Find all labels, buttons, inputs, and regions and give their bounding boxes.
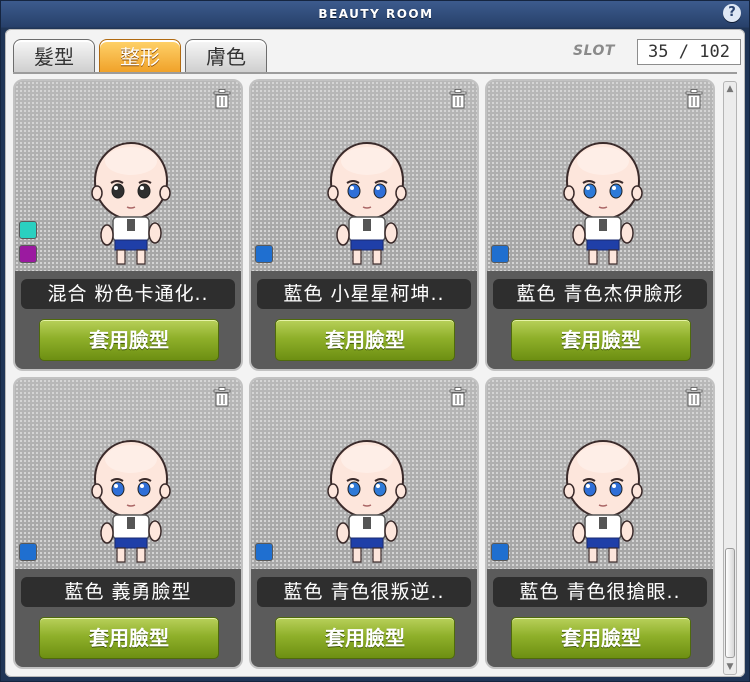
color-swatch [19, 221, 37, 239]
tab-face[interactable]: 整形 [99, 39, 181, 72]
face-name-label: 藍色 義勇臉型 [21, 577, 235, 607]
tab-skin[interactable]: 膚色 [185, 39, 267, 72]
trash-icon[interactable] [213, 89, 231, 109]
face-card[interactable]: 藍色 義勇臉型套用臉型 [13, 377, 243, 669]
face-name-label: 藍色 青色杰伊臉形 [493, 279, 707, 309]
scroll-thumb[interactable] [725, 548, 735, 658]
trash-icon[interactable] [213, 387, 231, 407]
face-name-label: 藍色 小星星柯坤.. [257, 279, 471, 309]
apply-face-button[interactable]: 套用臉型 [39, 319, 219, 361]
color-swatch [255, 245, 273, 263]
face-name-label: 混合 粉色卡通化.. [21, 279, 235, 309]
tab-hair[interactable]: 髮型 [13, 39, 95, 72]
face-card[interactable]: 藍色 小星星柯坤.. 套用臉型 [249, 79, 479, 371]
character-avatar [87, 437, 175, 567]
face-card[interactable]: 藍色 青色很叛逆.. 套用臉型 [249, 377, 479, 669]
card-footer: 藍色 義勇臉型套用臉型 [15, 569, 241, 667]
face-grid: 混合 粉色卡通化.. 套用臉型 藍色 小星星柯坤.. 套用臉型 藍色 青色杰伊臉形套… [13, 79, 719, 673]
face-card[interactable]: 藍色 青色杰伊臉形套用臉型 [485, 79, 715, 371]
trash-icon[interactable] [449, 387, 467, 407]
tab-divider [13, 72, 737, 74]
card-footer: 藍色 小星星柯坤.. 套用臉型 [251, 271, 477, 369]
beauty-room-window: BEAUTY ROOM ? 髮型 整形 膚色 SLOT 35 / 102 混合 … [0, 0, 750, 682]
apply-face-button[interactable]: 套用臉型 [275, 319, 455, 361]
card-footer: 藍色 青色杰伊臉形套用臉型 [487, 271, 713, 369]
card-footer: 混合 粉色卡通化.. 套用臉型 [15, 271, 241, 369]
face-name-label: 藍色 青色很叛逆.. [257, 577, 471, 607]
color-swatch [255, 543, 273, 561]
color-swatch [491, 543, 509, 561]
window-title: BEAUTY ROOM [318, 7, 434, 21]
scroll-down-icon[interactable]: ▼ [724, 660, 736, 674]
character-avatar [559, 139, 647, 269]
apply-face-button[interactable]: 套用臉型 [39, 617, 219, 659]
help-button[interactable]: ? [723, 4, 741, 22]
trash-icon[interactable] [449, 89, 467, 109]
slot-label: SLOT [573, 43, 615, 59]
apply-face-button[interactable]: 套用臉型 [511, 319, 691, 361]
color-swatch [19, 543, 37, 561]
face-card[interactable]: 混合 粉色卡通化.. 套用臉型 [13, 79, 243, 371]
face-name-label: 藍色 青色很搶眼.. [493, 577, 707, 607]
scrollbar[interactable]: ▲ ▼ [723, 81, 737, 675]
title-bar[interactable]: BEAUTY ROOM ? [1, 1, 750, 27]
color-swatch [19, 245, 37, 263]
apply-face-button[interactable]: 套用臉型 [511, 617, 691, 659]
character-avatar [323, 437, 411, 567]
apply-face-button[interactable]: 套用臉型 [275, 617, 455, 659]
card-footer: 藍色 青色很叛逆.. 套用臉型 [251, 569, 477, 667]
face-card[interactable]: 藍色 青色很搶眼.. 套用臉型 [485, 377, 715, 669]
trash-icon[interactable] [685, 387, 703, 407]
character-avatar [87, 139, 175, 269]
slot-count: 35 / 102 [637, 39, 741, 65]
trash-icon[interactable] [685, 89, 703, 109]
character-avatar [323, 139, 411, 269]
character-avatar [559, 437, 647, 567]
scroll-up-icon[interactable]: ▲ [724, 82, 736, 96]
content-panel: 髮型 整形 膚色 SLOT 35 / 102 混合 粉色卡通化.. 套用臉型 藍… [5, 29, 745, 677]
color-swatch [491, 245, 509, 263]
card-footer: 藍色 青色很搶眼.. 套用臉型 [487, 569, 713, 667]
